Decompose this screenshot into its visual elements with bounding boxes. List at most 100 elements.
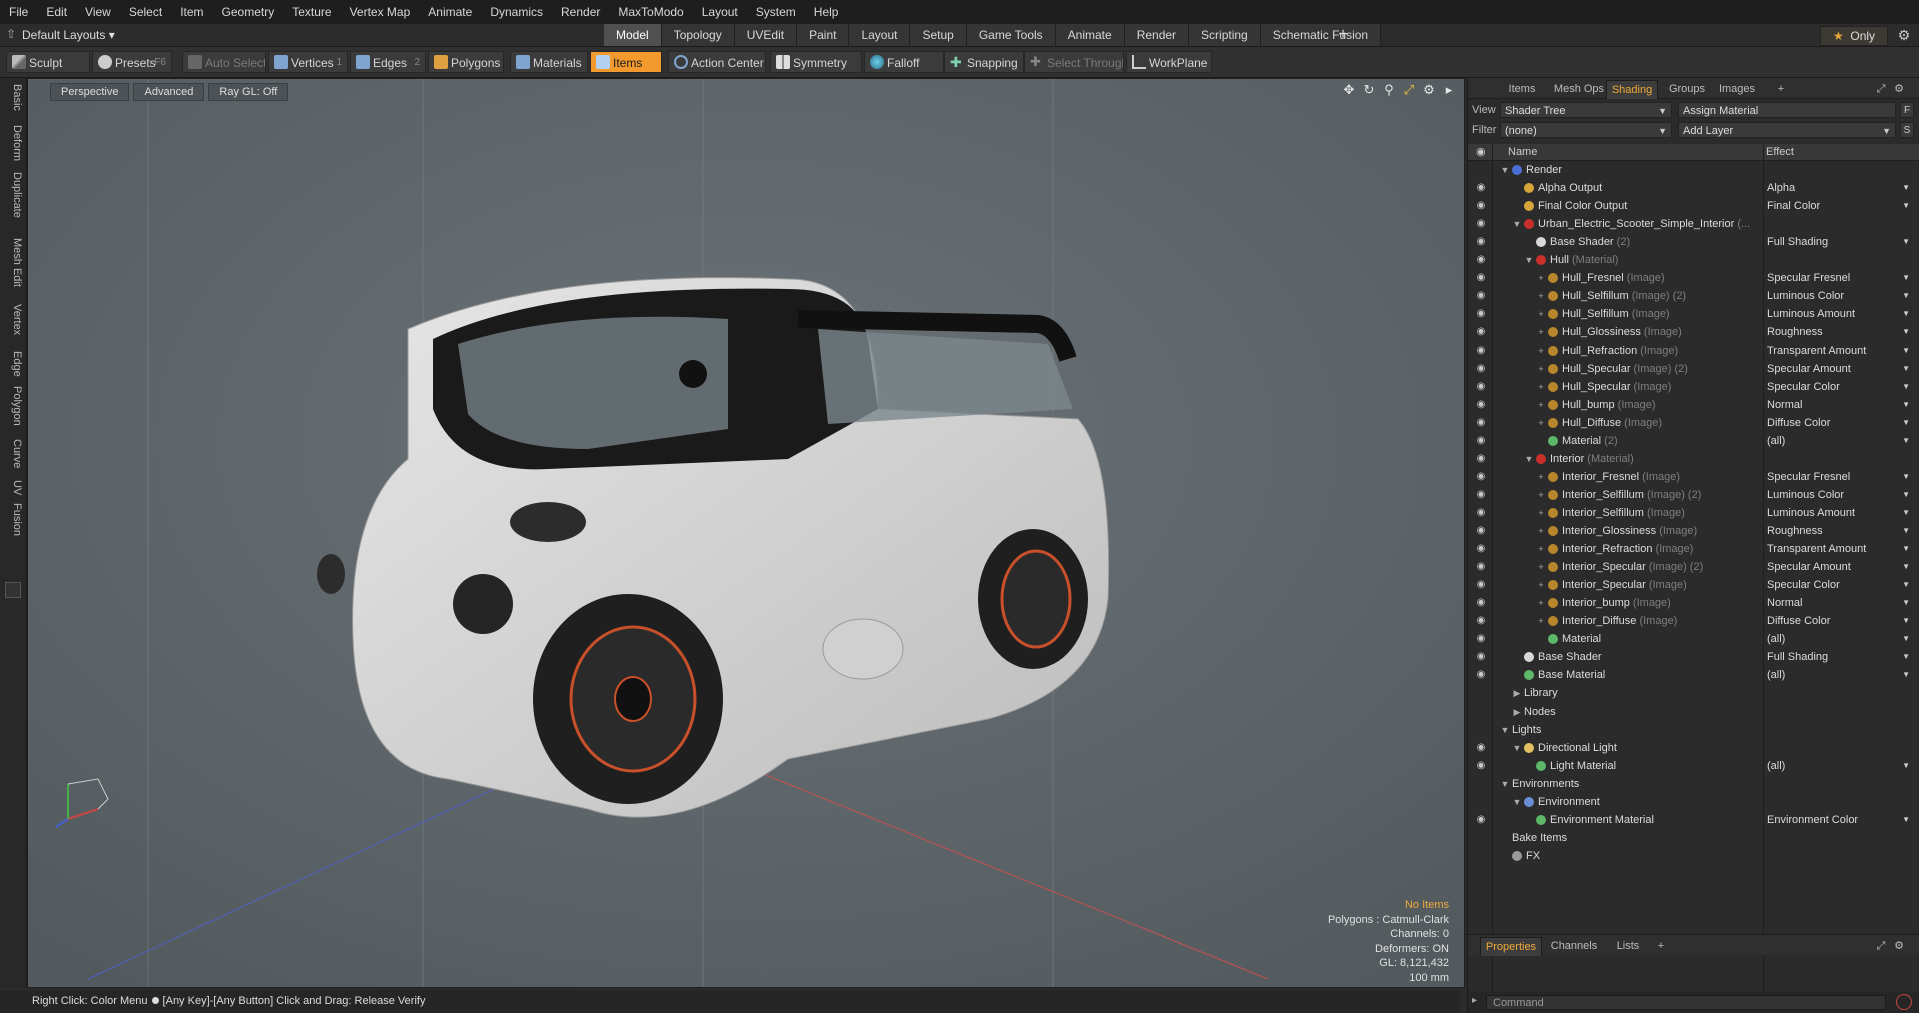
tab-topology[interactable]: Topology: [661, 24, 735, 46]
visibility-eye-icon[interactable]: ◉: [1474, 558, 1488, 576]
effect-chevron-down-icon[interactable]: ▼: [1902, 179, 1910, 197]
edges-button[interactable]: Edges 2: [350, 51, 426, 73]
shader-tree-row[interactable]: ◉ + Interior_Fresnel (Image) Specular Fresn…: [1468, 468, 1919, 486]
visibility-eye-icon[interactable]: ◉: [1474, 179, 1488, 197]
visibility-eye-icon[interactable]: ◉: [1474, 540, 1488, 558]
side-strip-button[interactable]: [5, 582, 21, 598]
expand-arrow-icon[interactable]: ▼: [1500, 775, 1510, 793]
fit-icon[interactable]: ⤢: [1402, 82, 1416, 98]
side-tab-curve[interactable]: Curve: [3, 439, 23, 468]
visibility-eye-icon[interactable]: ◉: [1474, 468, 1488, 486]
shader-tree-row[interactable]: ◉ Material (all) ▼: [1468, 630, 1919, 648]
menu-dynamics[interactable]: Dynamics: [481, 0, 552, 24]
bottom-tab-properties[interactable]: Properties: [1480, 937, 1542, 956]
shader-tree-row[interactable]: FX: [1468, 847, 1919, 865]
menu-system[interactable]: System: [747, 0, 805, 24]
bottom-gear-icon[interactable]: ⚙: [1892, 937, 1906, 955]
shader-tree-row[interactable]: ▶ Nodes: [1468, 703, 1919, 721]
effect-chevron-down-icon[interactable]: ▼: [1902, 540, 1910, 558]
effect-chevron-down-icon[interactable]: ▼: [1902, 558, 1910, 576]
sculpt-button[interactable]: Sculpt: [6, 51, 90, 73]
auto-select-button[interactable]: Auto Select: [182, 51, 266, 73]
filter-select[interactable]: (none) ▼: [1500, 122, 1672, 138]
effect-chevron-down-icon[interactable]: ▼: [1902, 414, 1910, 432]
effect-chevron-down-icon[interactable]: ▼: [1902, 197, 1910, 215]
polygons-button[interactable]: Polygons: [428, 51, 504, 73]
shader-tree-row[interactable]: ◉ + Hull_bump (Image) Normal ▼: [1468, 396, 1919, 414]
visibility-eye-icon[interactable]: ◉: [1474, 323, 1488, 341]
effect-chevron-down-icon[interactable]: ▼: [1902, 305, 1910, 323]
expand-plus-icon[interactable]: +: [1536, 360, 1546, 378]
expand-plus-icon[interactable]: +: [1536, 594, 1546, 612]
menu-edit[interactable]: Edit: [37, 0, 76, 24]
expand-plus-icon[interactable]: +: [1536, 486, 1546, 504]
shader-tree-row[interactable]: ◉ + Interior_Selfillum (Image) (2) Luminous…: [1468, 486, 1919, 504]
effect-chevron-down-icon[interactable]: ▼: [1902, 287, 1910, 305]
shader-tree-row[interactable]: ◉ Alpha Output Alpha ▼: [1468, 179, 1919, 197]
view-select[interactable]: Shader Tree ▼: [1500, 102, 1672, 118]
visibility-eye-icon[interactable]: ◉: [1474, 630, 1488, 648]
effect-chevron-down-icon[interactable]: ▼: [1902, 666, 1910, 684]
expand-arrow-icon[interactable]: ▼: [1512, 215, 1522, 233]
visibility-eye-icon[interactable]: ◉: [1474, 666, 1488, 684]
tab-schematic-fusion[interactable]: Schematic Fusion: [1260, 24, 1382, 46]
vertices-button[interactable]: Vertices 1: [268, 51, 348, 73]
effect-chevron-down-icon[interactable]: ▼: [1902, 757, 1910, 775]
shader-tree-row[interactable]: ◉ Base Shader Full Shading ▼: [1468, 648, 1919, 666]
expand-arrow-icon[interactable]: ▼: [1500, 161, 1510, 179]
effect-chevron-down-icon[interactable]: ▼: [1902, 233, 1910, 251]
panel-add-tab-icon[interactable]: +: [1774, 80, 1788, 98]
shader-tree-row[interactable]: ◉ Environment Material Environment Color ▼: [1468, 811, 1919, 829]
visibility-eye-icon[interactable]: ◉: [1474, 757, 1488, 775]
effect-chevron-down-icon[interactable]: ▼: [1902, 468, 1910, 486]
visibility-eye-icon[interactable]: ◉: [1474, 360, 1488, 378]
shader-tree-row[interactable]: ◉ + Hull_Specular (Image) Specular Color ▼: [1468, 378, 1919, 396]
bottom-tab-channels[interactable]: Channels: [1546, 937, 1602, 955]
shader-tree-row[interactable]: ◉ + Interior_Glossiness (Image) Roughness ▼: [1468, 522, 1919, 540]
effect-chevron-down-icon[interactable]: ▼: [1902, 378, 1910, 396]
action-center-button[interactable]: Action Center: [668, 51, 766, 73]
expand-plus-icon[interactable]: +: [1536, 342, 1546, 360]
visibility-eye-icon[interactable]: ◉: [1474, 305, 1488, 323]
side-tab-edge[interactable]: Edge: [3, 351, 23, 377]
expand-arrow-icon[interactable]: ▼: [1512, 739, 1522, 757]
rotate-icon[interactable]: ↻: [1362, 82, 1376, 98]
materials-button[interactable]: Materials: [510, 51, 588, 73]
effect-chevron-down-icon[interactable]: ▼: [1902, 396, 1910, 414]
gear-icon[interactable]: ⚙: [1894, 25, 1914, 45]
shader-tree-row[interactable]: ◉ + Hull_Glossiness (Image) Roughness ▼: [1468, 323, 1919, 341]
expand-plus-icon[interactable]: +: [1536, 522, 1546, 540]
menu-file[interactable]: File: [0, 0, 37, 24]
symmetry-button[interactable]: Symmetry: [770, 51, 862, 73]
workplane-button[interactable]: WorkPlane: [1126, 51, 1212, 73]
visibility-eye-icon[interactable]: ◉: [1474, 486, 1488, 504]
expand-plus-icon[interactable]: +: [1536, 504, 1546, 522]
menu-vertex-map[interactable]: Vertex Map: [341, 0, 420, 24]
name-column-header[interactable]: Name: [1508, 144, 1537, 160]
shader-tree-row[interactable]: ◉ + Hull_Selfillum (Image) Luminous Amount ▼: [1468, 305, 1919, 323]
effect-chevron-down-icon[interactable]: ▼: [1902, 576, 1910, 594]
bottom-maximize-icon[interactable]: ⤢: [1874, 937, 1888, 955]
expand-plus-icon[interactable]: +: [1536, 269, 1546, 287]
visibility-eye-icon[interactable]: ◉: [1474, 414, 1488, 432]
expand-arrow-icon[interactable]: ▼: [1512, 793, 1522, 811]
expand-arrow-icon[interactable]: ▼: [1500, 721, 1510, 739]
visibility-eye-icon[interactable]: ◉: [1474, 287, 1488, 305]
menu-animate[interactable]: Animate: [419, 0, 481, 24]
ray-gl-button[interactable]: Ray GL: Off: [208, 83, 289, 101]
side-tab-vertex[interactable]: Vertex: [3, 304, 23, 335]
expand-arrow-icon[interactable]: ▶: [1512, 684, 1522, 702]
visibility-eye-icon[interactable]: ◉: [1474, 251, 1488, 269]
bottom-tab-lists[interactable]: Lists: [1608, 937, 1648, 955]
effect-chevron-down-icon[interactable]: ▼: [1902, 323, 1910, 341]
tab-game-tools[interactable]: Game Tools: [966, 24, 1056, 46]
f-button[interactable]: F: [1900, 102, 1914, 118]
effect-chevron-down-icon[interactable]: ▼: [1902, 594, 1910, 612]
visibility-eye-icon[interactable]: ◉: [1474, 811, 1488, 829]
shader-tree-row[interactable]: ◉ + Interior_Diffuse (Image) Diffuse Color ▼: [1468, 612, 1919, 630]
shader-tree-row[interactable]: ◉ + Hull_Fresnel (Image) Specular Fresnel ▼: [1468, 269, 1919, 287]
pan-icon[interactable]: ✥: [1342, 82, 1356, 98]
menu-maxtomodo[interactable]: MaxToModo: [609, 0, 692, 24]
add-tab-button[interactable]: +: [1332, 24, 1354, 46]
visibility-eye-icon[interactable]: ◉: [1474, 612, 1488, 630]
